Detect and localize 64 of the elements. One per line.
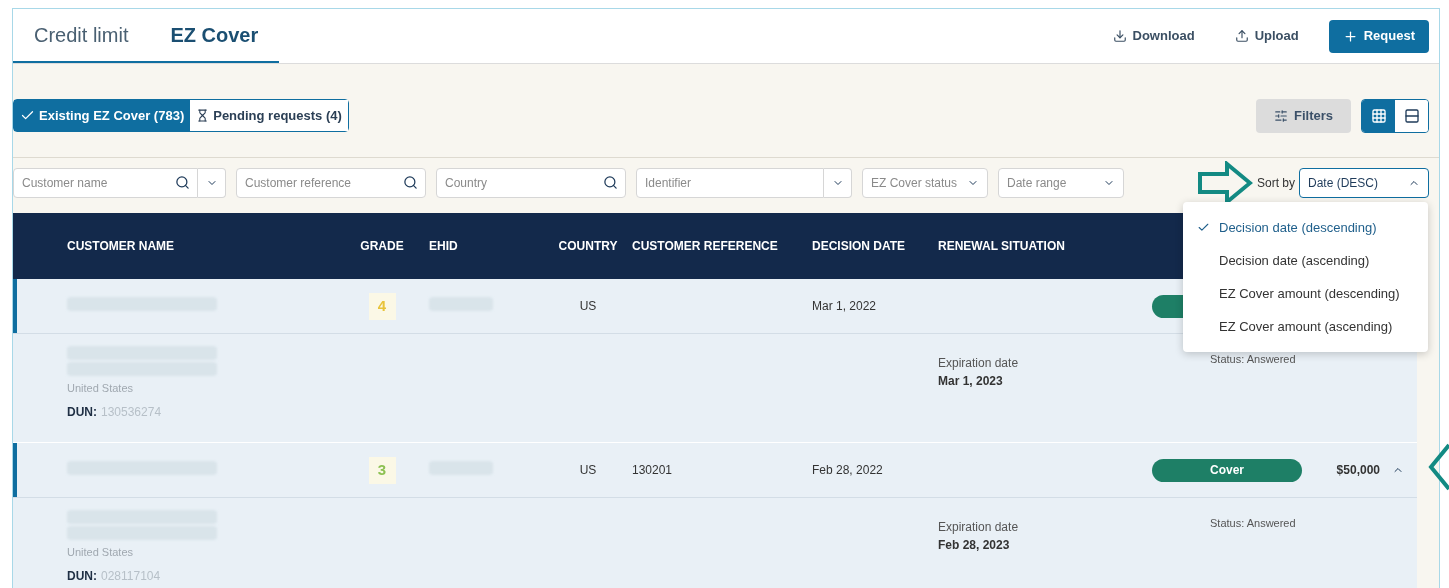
sort-option[interactable]: EZ Cover amount (ascending) bbox=[1183, 310, 1428, 343]
dun-label: DUN: bbox=[67, 568, 97, 585]
search-field[interactable]: Customer name bbox=[13, 167, 198, 198]
table-cell: US bbox=[579, 299, 597, 313]
status-pill: Cover bbox=[1152, 458, 1302, 482]
select-field[interactable]: Date range bbox=[998, 167, 1124, 198]
list-view-button[interactable] bbox=[1395, 99, 1428, 132]
sort-select[interactable]: Date (DESC) bbox=[1299, 167, 1429, 198]
expiration-label: Expiration date bbox=[938, 355, 1020, 372]
row-accent bbox=[13, 443, 17, 497]
address-text: United States bbox=[67, 545, 135, 559]
download-icon bbox=[1112, 29, 1127, 43]
table-cell: US bbox=[579, 463, 597, 477]
column-header: EHID bbox=[429, 239, 458, 253]
request-button[interactable]: Request bbox=[1328, 19, 1429, 53]
table-cell: Feb 28, 2022 bbox=[812, 463, 883, 477]
upload-icon bbox=[1234, 29, 1249, 43]
dun-label: DUN: bbox=[67, 404, 97, 421]
grade-badge: 3 bbox=[368, 456, 396, 484]
status-text: Status: Answered bbox=[1210, 353, 1296, 365]
column-header: COUNTRY bbox=[558, 239, 618, 253]
rows-icon bbox=[1403, 107, 1420, 124]
column-header: DECISION DATE bbox=[812, 239, 906, 253]
tab[interactable]: Credit limit bbox=[13, 8, 150, 63]
amount: $50,000 bbox=[1336, 463, 1380, 477]
expiration-date: Mar 1, 2023 bbox=[938, 373, 1004, 390]
search-icon bbox=[603, 174, 618, 190]
sort-option[interactable]: Decision date (ascending) bbox=[1183, 244, 1428, 277]
select-field[interactable]: EZ Cover status bbox=[862, 167, 988, 198]
column-header: CUSTOMER REFERENCE bbox=[632, 239, 778, 253]
table-cell: 130201 bbox=[632, 463, 673, 477]
sort-option[interactable]: Decision date (descending) bbox=[1183, 211, 1428, 244]
upload-button[interactable]: Upload bbox=[1224, 26, 1309, 46]
hourglass-icon bbox=[196, 109, 210, 122]
input-field[interactable]: Identifier bbox=[636, 167, 824, 198]
sliders-icon bbox=[1274, 108, 1288, 123]
check-icon bbox=[1197, 221, 1210, 234]
download-button[interactable]: Download bbox=[1102, 26, 1205, 46]
grade-badge: 4 bbox=[368, 292, 396, 320]
dropdown-toggle[interactable] bbox=[824, 167, 852, 198]
dropdown-toggle[interactable] bbox=[198, 167, 226, 198]
column-header: RENEWAL SITUATION bbox=[938, 239, 1065, 253]
grid-icon bbox=[1370, 107, 1387, 124]
address-text: United States bbox=[67, 381, 135, 395]
expiration-label: Expiration date bbox=[938, 519, 1020, 536]
search-field[interactable]: Customer reference bbox=[236, 167, 426, 198]
grid-view-button[interactable] bbox=[1362, 99, 1395, 132]
column-header: CUSTOMER NAME bbox=[67, 239, 175, 253]
status-text: Status: Answered bbox=[1210, 517, 1296, 529]
search-icon bbox=[175, 174, 190, 190]
column-header: GRADE bbox=[360, 239, 404, 253]
filters-button[interactable]: Filters bbox=[1256, 98, 1351, 133]
search-icon bbox=[403, 174, 418, 190]
plus-icon bbox=[1342, 28, 1358, 44]
search-field[interactable]: Country bbox=[436, 167, 626, 198]
table-cell: Mar 1, 2022 bbox=[812, 299, 877, 313]
expiration-date: Feb 28, 2023 bbox=[938, 537, 1011, 554]
sort-option[interactable]: EZ Cover amount (descending) bbox=[1183, 277, 1428, 310]
segment-tab[interactable]: Existing EZ Cover (783) bbox=[14, 100, 191, 131]
tab[interactable]: EZ Cover bbox=[149, 8, 280, 63]
segment-tab[interactable]: Pending requests (4) bbox=[190, 100, 348, 131]
sort-label: Sort by bbox=[1257, 174, 1295, 192]
row-accent bbox=[13, 279, 17, 333]
arrow-annotation-icon bbox=[1197, 160, 1253, 205]
